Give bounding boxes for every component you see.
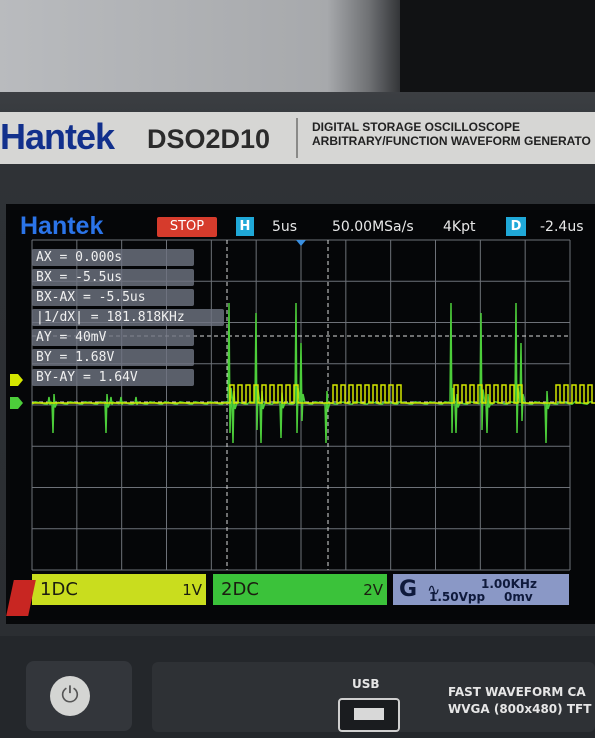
channel1-info[interactable]: 1DC 1V <box>32 574 206 605</box>
readout-ay: AY = 40mV <box>32 329 194 346</box>
model-name: DSO2D10 <box>147 124 271 154</box>
spec-line2: WVGA (800x480) TFT L <box>448 702 595 716</box>
brand-strip: Hantek DSO2D10 DIGITAL STORAGE OSCILLOSC… <box>0 112 595 164</box>
power-icon[interactable]: ⏻ <box>50 676 90 716</box>
channel1-level-marker <box>10 374 23 386</box>
device-description-line2: ARBITRARY/FUNCTION WAVEFORM GENERATO <box>312 134 591 148</box>
usb-label: USB <box>352 677 380 691</box>
readout-frequency: |1/dX| = 181.818KHz <box>32 309 224 326</box>
channel2-info[interactable]: 2DC 2V <box>213 574 387 605</box>
spec-line1: FAST WAVEFORM CA <box>448 685 586 699</box>
cursor-readout: AX = 0.000s BX = -5.5us BX-AX = -5.5us |… <box>32 249 224 389</box>
readout-by-ay: BY-AY = 1.64V <box>32 369 194 386</box>
oscilloscope-screen: Hantek STOP H 5us 50.00MSa/s 4Kpt D -2.4… <box>10 210 595 620</box>
channel1-coupling: 1DC <box>40 579 78 600</box>
channel2-level-marker <box>10 397 23 409</box>
generator-amplitude: 1.50Vpp <box>429 590 486 604</box>
device-description-line1: DIGITAL STORAGE OSCILLOSCOPE <box>312 120 521 134</box>
channel1-scale: 1V <box>182 581 202 599</box>
readout-ax: AX = 0.000s <box>32 249 194 266</box>
generator-info[interactable]: G ∿ 1.00KHz 1.50Vpp 0mv <box>393 574 569 605</box>
channel2-coupling: 2DC <box>221 579 259 600</box>
readout-bx: BX = -5.5us <box>32 269 194 286</box>
device-description: DIGITAL STORAGE OSCILLOSCOPE ARBITRARY/F… <box>312 120 591 148</box>
channel2-scale: 2V <box>363 581 383 599</box>
readout-bx-ax: BX-AX = -5.5us <box>32 289 194 306</box>
readout-by: BY = 1.68V <box>32 349 194 366</box>
generator-label: G <box>399 577 418 602</box>
background-object <box>400 0 595 92</box>
usb-port[interactable] <box>338 698 400 732</box>
usb-connector-icon <box>354 708 384 720</box>
generator-frequency: 1.00KHz <box>481 577 537 591</box>
brand-divider <box>296 118 298 158</box>
front-panel-spec: FAST WAVEFORM CA WVGA (800x480) TFT L <box>448 684 595 718</box>
brand-logo: Hantek <box>0 116 115 157</box>
generator-offset: 0mv <box>504 590 533 604</box>
trigger-position-marker <box>296 240 306 246</box>
